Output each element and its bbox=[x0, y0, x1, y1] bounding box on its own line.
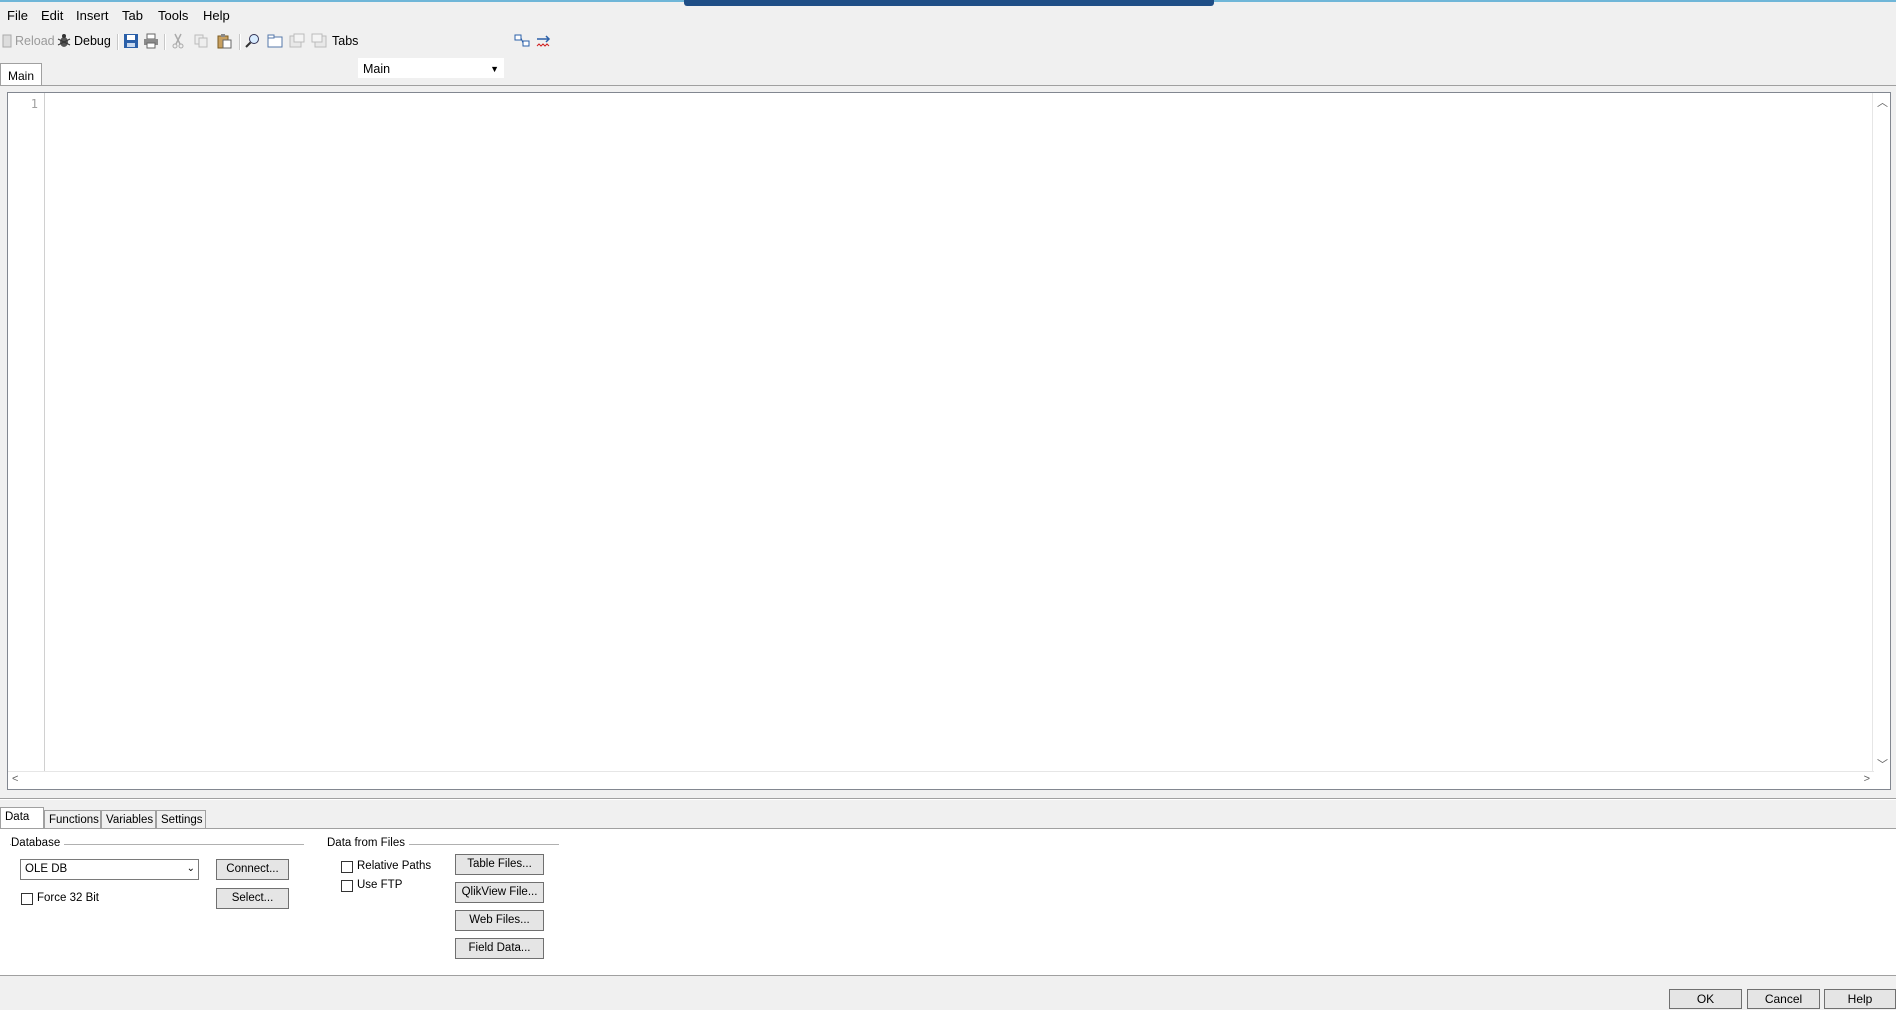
qlikview-file-button[interactable]: QlikView File... bbox=[455, 882, 544, 903]
toolbar-separator bbox=[164, 34, 166, 50]
tab-data[interactable]: Data bbox=[0, 807, 44, 829]
tab-variables[interactable]: Variables bbox=[101, 810, 156, 829]
chevron-down-icon: ⌄ bbox=[186, 863, 195, 874]
tabs-dropdown[interactable]: Main ▼ bbox=[358, 58, 504, 78]
table-viewer-icon[interactable] bbox=[514, 33, 530, 49]
tab-main[interactable]: Main bbox=[0, 63, 42, 85]
chevron-down-icon: ▼ bbox=[490, 64, 499, 74]
menu-bar: File Edit Insert Tab Tools Help bbox=[0, 4, 1896, 26]
relative-paths-label: Relative Paths bbox=[357, 860, 432, 872]
menu-tab[interactable]: Tab bbox=[122, 8, 143, 23]
database-selected-value: OLE DB bbox=[25, 863, 68, 875]
copy-icon[interactable] bbox=[193, 33, 209, 49]
save-icon[interactable] bbox=[123, 33, 139, 49]
debug-label: Debug bbox=[74, 34, 111, 48]
dialog-footer-divider bbox=[0, 975, 1896, 976]
menu-file[interactable]: File bbox=[7, 8, 28, 23]
database-select[interactable]: OLE DB ⌄ bbox=[20, 859, 199, 880]
tab-promote-icon[interactable] bbox=[289, 33, 305, 49]
menu-tools[interactable]: Tools bbox=[158, 8, 188, 23]
connect-button[interactable]: Connect... bbox=[216, 859, 289, 880]
bug-icon bbox=[57, 34, 71, 47]
menu-help[interactable]: Help bbox=[203, 8, 230, 23]
database-group-title: Database bbox=[11, 837, 65, 849]
help-button[interactable]: Help bbox=[1824, 989, 1896, 1009]
tabs-selected-value: Main bbox=[363, 62, 391, 76]
data-panel: Database OLE DB ⌄ Connect... Select... F… bbox=[0, 829, 1896, 975]
cut-icon[interactable] bbox=[170, 33, 186, 49]
syntax-check-icon[interactable] bbox=[536, 33, 552, 49]
menu-insert[interactable]: Insert bbox=[76, 8, 109, 23]
horizontal-scrollbar[interactable]: < > bbox=[8, 771, 1874, 789]
script-editor[interactable]: 1 ︿ ﹀ < > bbox=[7, 92, 1891, 790]
reload-button[interactable]: Reload bbox=[1, 32, 55, 50]
tabs-dropdown-hitbox[interactable] bbox=[359, 30, 505, 50]
scroll-right-icon[interactable]: > bbox=[1864, 773, 1870, 785]
tab-functions[interactable]: Functions bbox=[44, 810, 101, 829]
ok-button[interactable]: OK bbox=[1669, 989, 1742, 1009]
field-data-button[interactable]: Field Data... bbox=[455, 938, 544, 959]
use-ftp-label: Use FTP bbox=[357, 879, 403, 891]
folder-icon[interactable] bbox=[267, 33, 283, 49]
tab-strip-divider bbox=[0, 85, 1896, 86]
scroll-down-icon[interactable]: ﹀ bbox=[1877, 756, 1888, 772]
force-32-bit-label: Force 32 Bit bbox=[37, 892, 99, 904]
tabs-label: Tabs bbox=[332, 34, 359, 48]
force-32-bit-checkbox[interactable] bbox=[21, 893, 33, 905]
use-ftp-checkbox[interactable] bbox=[341, 880, 353, 892]
panel-separator-highlight bbox=[0, 799, 1896, 800]
toolbar: Reload Debug Tabs Main ▼ bbox=[0, 28, 1896, 78]
find-icon[interactable] bbox=[245, 33, 261, 49]
toolbar-separator bbox=[117, 34, 119, 50]
scroll-up-icon[interactable]: ︿ bbox=[1877, 94, 1888, 110]
tab-demote-icon[interactable] bbox=[311, 33, 327, 49]
relative-paths-checkbox[interactable] bbox=[341, 861, 353, 873]
tab-settings[interactable]: Settings bbox=[156, 810, 206, 829]
cancel-button[interactable]: Cancel bbox=[1747, 989, 1820, 1009]
reload-label: Reload bbox=[15, 34, 55, 48]
line-number: 1 bbox=[30, 97, 38, 111]
scroll-left-icon[interactable]: < bbox=[12, 773, 18, 785]
debug-button[interactable]: Debug bbox=[56, 32, 111, 50]
vertical-scrollbar[interactable]: ︿ ﹀ bbox=[1872, 93, 1890, 773]
print-icon[interactable] bbox=[143, 33, 159, 49]
line-number-gutter: 1 bbox=[8, 93, 45, 773]
table-files-button[interactable]: Table Files... bbox=[455, 854, 544, 875]
menu-edit[interactable]: Edit bbox=[41, 8, 63, 23]
paste-icon[interactable] bbox=[216, 33, 232, 49]
toolbar-separator bbox=[239, 34, 241, 50]
files-group-title: Data from Files bbox=[327, 837, 409, 849]
reload-icon bbox=[2, 34, 12, 48]
web-files-button[interactable]: Web Files... bbox=[455, 910, 544, 931]
select-button[interactable]: Select... bbox=[216, 888, 289, 909]
